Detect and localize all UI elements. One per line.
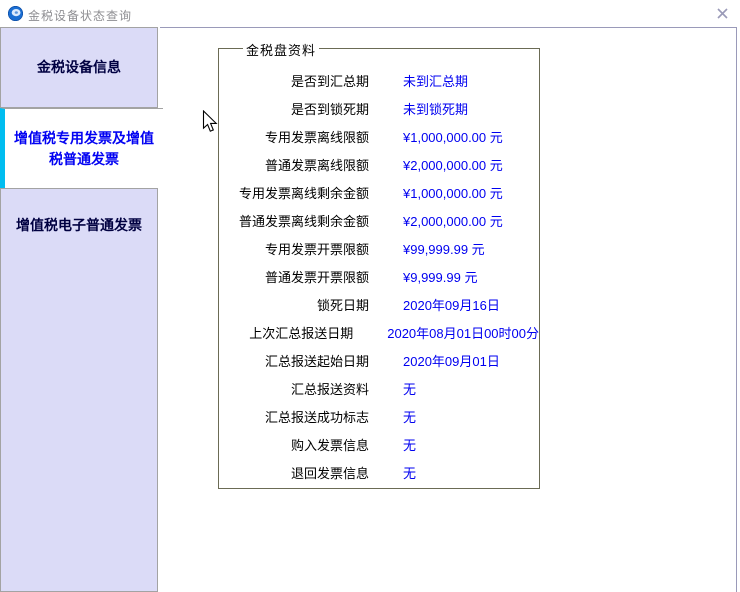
field-value: 未到锁死期	[403, 101, 469, 117]
fieldset-rows: 是否到汇总期 未到汇总期是否到锁死期 未到锁死期专用发票离线限额 ¥1,000,000…	[219, 66, 539, 486]
field-value: ¥9,999.99 元	[403, 269, 478, 285]
sidebar-tab-1[interactable]: 增值税专用发票及增值税普通发票	[0, 108, 163, 188]
field-label: 锁死日期	[316, 297, 369, 313]
close-button[interactable]	[712, 3, 732, 23]
sidebar: 金税设备信息增值税专用发票及增值税普通发票增值税电子普通发票	[0, 0, 163, 592]
field-label: 汇总报送资料	[290, 381, 369, 397]
info-row: 普通发票离线剩余金额 ¥2,000,000.00 元	[219, 206, 539, 234]
info-row: 专用发票离线限额 ¥1,000,000.00 元	[219, 122, 539, 150]
sidebar-tab-label: 金税设备信息	[37, 59, 121, 75]
field-value: 无	[403, 409, 417, 425]
field-value: 未到汇总期	[403, 73, 469, 89]
info-row: 汇总报送起始日期 2020年09月01日	[219, 346, 539, 374]
field-label: 普通发票离线剩余金额	[238, 213, 369, 229]
field-value: 2020年08月01日00时00分	[387, 325, 539, 341]
info-row: 上次汇总报送日期 2020年08月01日00时00分	[219, 318, 539, 346]
sidebar-tab-0[interactable]: 金税设备信息	[0, 27, 158, 108]
info-row: 汇总报送成功标志 无	[219, 402, 539, 430]
sidebar-tab-label: 增值税电子普通发票	[16, 217, 142, 233]
field-value: ¥99,999.99 元	[403, 241, 485, 257]
field-label: 汇总报送成功标志	[264, 409, 369, 425]
field-label: 购入发票信息	[290, 437, 369, 453]
field-value: 无	[403, 381, 417, 397]
info-row: 专用发票离线剩余金额 ¥1,000,000.00 元	[219, 178, 539, 206]
sidebar-tab-2[interactable]: 增值税电子普通发票	[0, 188, 158, 592]
field-label: 专用发票离线剩余金额	[238, 185, 369, 201]
field-label: 是否到锁死期	[290, 101, 369, 117]
field-label: 退回发票信息	[290, 465, 369, 481]
field-value: 2020年09月16日	[403, 297, 500, 313]
info-row: 锁死日期 2020年09月16日	[219, 290, 539, 318]
field-label: 普通发票离线限额	[264, 157, 369, 173]
field-label: 是否到汇总期	[290, 73, 369, 89]
field-value: ¥2,000,000.00 元	[403, 157, 503, 173]
tax-disk-fieldset: 金税盘资料 是否到汇总期 未到汇总期是否到锁死期 未到锁死期专用发票离线限额 ¥1,0…	[218, 40, 540, 489]
field-value: ¥2,000,000.00 元	[403, 213, 503, 229]
field-value: ¥1,000,000.00 元	[403, 129, 503, 145]
field-value: 无	[403, 437, 417, 453]
info-row: 退回发票信息 无	[219, 458, 539, 486]
fieldset-legend: 金税盘资料	[243, 40, 320, 59]
close-icon	[716, 7, 728, 19]
field-label: 上次汇总报送日期	[249, 325, 354, 341]
info-row: 是否到汇总期 未到汇总期	[219, 66, 539, 94]
field-label: 普通发票开票限额	[264, 269, 369, 285]
info-row: 普通发票离线限额 ¥2,000,000.00 元	[219, 150, 539, 178]
field-value: 无	[403, 465, 417, 481]
field-label: 专用发票离线限额	[264, 129, 369, 145]
field-value: ¥1,000,000.00 元	[403, 185, 503, 201]
info-row: 普通发票开票限额 ¥9,999.99 元	[219, 262, 539, 290]
info-row: 是否到锁死期 未到锁死期	[219, 94, 539, 122]
field-label: 汇总报送起始日期	[264, 353, 369, 369]
field-label: 专用发票开票限额	[264, 241, 369, 257]
info-row: 购入发票信息 无	[219, 430, 539, 458]
field-value: 2020年09月01日	[403, 353, 500, 369]
sidebar-tab-label: 增值税专用发票及增值税普通发票	[14, 129, 154, 167]
info-row: 汇总报送资料 无	[219, 374, 539, 402]
info-row: 专用发票开票限额 ¥99,999.99 元	[219, 234, 539, 262]
golden-tax-status-window: { "window": { "title": "金税设备状态查询" }, "si…	[0, 0, 740, 592]
